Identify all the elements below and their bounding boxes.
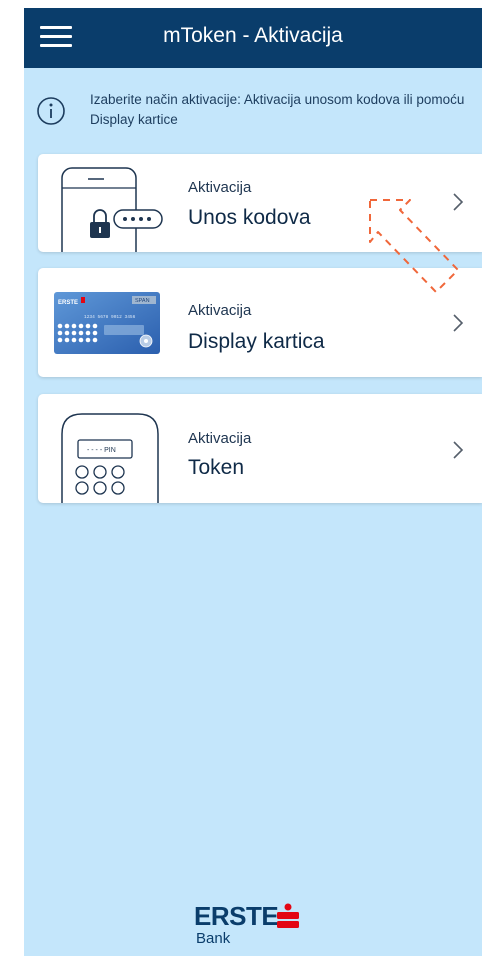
option-unos-kodova[interactable]: Aktivacija Unos kodova (38, 154, 482, 252)
option-label-small: Aktivacija (188, 302, 252, 319)
chevron-right-icon (453, 441, 464, 459)
page-title: mToken - Aktivacija (163, 24, 343, 47)
phone-lock-icon (61, 167, 163, 252)
erste-s-logo-icon (277, 903, 299, 928)
option-display-kartica[interactable]: ERSTE SPAN 1234 5678 9012 3456 Aktivacij… (38, 268, 482, 377)
top-bar: mToken - Aktivacija (24, 8, 482, 68)
token-pin-text: - - - - PIN (87, 447, 116, 454)
chevron-right-icon (453, 314, 464, 332)
erste-bank-logo: ERSTE Bank (194, 901, 314, 951)
info-text: Izaberite način aktivacije: Aktivacija u… (90, 92, 465, 127)
app-screen: mToken - Aktivacija Izaberite način akti… (24, 8, 482, 956)
token-device-icon: - - - - PIN (61, 413, 159, 503)
option-token[interactable]: - - - - PIN Aktivacija Token (38, 394, 482, 503)
option-label-small: Aktivacija (188, 430, 252, 447)
info-icon (37, 97, 65, 125)
option-label-title: Unos kodova (188, 206, 311, 229)
option-label-title: Token (188, 456, 245, 479)
display-card-icon: ERSTE SPAN 1234 5678 9012 3456 (54, 292, 160, 354)
card-brand-text: ERSTE (58, 300, 78, 306)
card-number-text: 1234 5678 9012 3456 (84, 314, 136, 320)
card-badge-text: SPAN (135, 298, 150, 304)
logo-sub-text: Bank (196, 930, 231, 947)
info-banner: Izaberite način aktivacije: Aktivacija u… (34, 88, 474, 134)
option-label-small: Aktivacija (188, 179, 252, 196)
logo-brand-name: ERSTE (194, 901, 279, 931)
option-label-title: Display kartica (188, 330, 325, 353)
chevron-right-icon (453, 193, 464, 211)
